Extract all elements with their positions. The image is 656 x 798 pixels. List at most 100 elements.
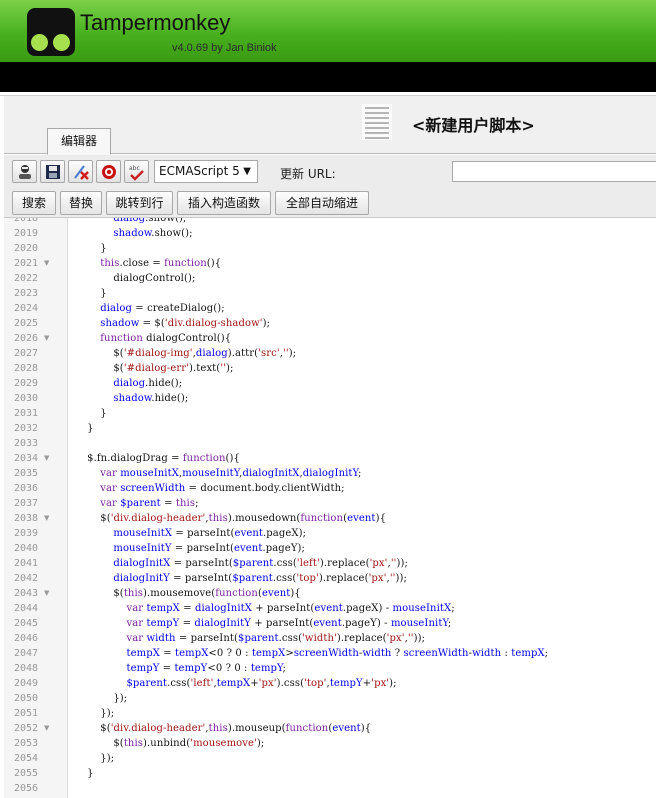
- code-line: 2043 ▼ $(this).mousemove(function(event){: [4, 586, 656, 601]
- code-text: $('#dialog-err').text('');: [74, 363, 234, 374]
- fold-arrow-icon[interactable]: ▼: [44, 451, 49, 466]
- tab-editor[interactable]: 编辑器: [47, 128, 111, 155]
- code-text: var screenWidth = document.body.clientWi…: [100, 483, 345, 494]
- code-text: shadow.hide();: [113, 393, 189, 404]
- line-number: 2031: [14, 408, 39, 419]
- code-line: 2025 shadow = $('div.dialog-shadow');: [4, 316, 656, 331]
- code-line: 2041 dialogInitX = parseInt($parent.css(…: [4, 556, 656, 571]
- code-line: 2051 });: [4, 706, 656, 721]
- line-number: 2033: [14, 438, 39, 449]
- reset-button[interactable]: [96, 160, 121, 183]
- code-line: 2046 var width = parseInt($parent.css('w…: [4, 631, 656, 646]
- language-select[interactable]: ECMAScript 5 ▼: [154, 160, 258, 183]
- code-text: });: [74, 708, 115, 719]
- line-number: 2027: [14, 348, 39, 359]
- save-icon: [46, 165, 60, 179]
- code-line: 2022 dialogControl();: [4, 271, 656, 286]
- fold-arrow-icon[interactable]: ▼: [44, 511, 49, 526]
- reset-icon: [102, 165, 116, 179]
- line-number: 2029: [14, 378, 39, 389]
- code-text: var mouseInitX,mouseInitY,dialogInitX,di…: [100, 468, 362, 479]
- line-number: 2053: [14, 738, 39, 749]
- svg-text:abc: abc: [129, 165, 140, 172]
- code-text: $(this).unbind('mousemove');: [74, 738, 265, 749]
- line-number: 2049: [14, 678, 39, 689]
- code-text: var tempX = dialogInitX + parseInt(event…: [126, 603, 455, 614]
- code-text: var width = parseInt($parent.css('width'…: [126, 633, 426, 644]
- search-button[interactable]: 搜索: [12, 191, 56, 215]
- code-text: });: [74, 753, 115, 764]
- line-number: 2056: [14, 783, 39, 794]
- code-line: 2029 dialog.hide();: [4, 376, 656, 391]
- code-text: var $parent = this;: [100, 498, 199, 509]
- code-text: tempY = tempY<0 ? 0 : tempY;: [126, 663, 286, 674]
- code-text: function dialogControl(){: [100, 333, 232, 344]
- app-title: Tampermonkey: [80, 10, 231, 35]
- close-icon: [74, 165, 89, 180]
- code-line: 2035 var mouseInitX,mouseInitY,dialogIni…: [4, 466, 656, 481]
- spellcheck-button[interactable]: abc: [124, 160, 149, 183]
- code-text: $.fn.dialogDrag = function(){: [74, 453, 240, 464]
- line-number: 2020: [14, 243, 39, 254]
- update-url-input[interactable]: [452, 161, 656, 182]
- chevron-down-icon: ▼: [243, 166, 251, 177]
- code-line: 2053 $(this).unbind('mousemove');: [4, 736, 656, 751]
- line-number: 2051: [14, 708, 39, 719]
- code-line: 2026 ▼ function dialogControl(){: [4, 331, 656, 346]
- line-number: 2039: [14, 528, 39, 539]
- line-number: 2050: [14, 693, 39, 704]
- line-number: 2045: [14, 618, 39, 629]
- line-number: 2037: [14, 498, 39, 509]
- code-text: dialog.hide();: [113, 378, 183, 389]
- code-text: $('div.dialog-header',this).mousedown(fu…: [74, 513, 387, 524]
- code-line: 2050 });: [4, 691, 656, 706]
- line-number: 2023: [14, 288, 39, 299]
- code-text: $parent.css('left',tempX+'px').css('top'…: [126, 678, 397, 689]
- fold-arrow-icon[interactable]: ▼: [44, 586, 49, 601]
- code-line: 2054 });: [4, 751, 656, 766]
- script-title: <新建用户脚本>: [412, 116, 535, 135]
- line-number: 2055: [14, 768, 39, 779]
- editor-toolbar: abc ECMAScript 5 ▼ 更新 URL:: [4, 155, 656, 188]
- app-header: Tampermonkey v4.0.69 by Jan Biniok: [0, 0, 656, 62]
- fold-arrow-icon[interactable]: ▼: [44, 331, 49, 346]
- close-button[interactable]: [68, 160, 93, 183]
- code-line: 2031 }: [4, 406, 656, 421]
- code-line: 2040 mouseInitY = parseInt(event.pageY);: [4, 541, 656, 556]
- code-text: dialog.show();: [113, 218, 187, 224]
- line-number: 2044: [14, 603, 39, 614]
- code-line: 2055 }: [4, 766, 656, 781]
- code-text: tempX = tempX<0 ? 0 : tempX>screenWidth-…: [126, 648, 549, 659]
- fold-arrow-icon[interactable]: ▼: [44, 256, 49, 271]
- code-text: }: [74, 423, 94, 434]
- line-number: 2022: [14, 273, 39, 284]
- script-thumbnail-icon: [362, 104, 392, 140]
- line-number: 2025: [14, 318, 39, 329]
- code-text: }: [74, 408, 107, 419]
- code-text: }: [74, 288, 107, 299]
- code-text: dialogInitX = parseInt($parent.css('left…: [113, 558, 408, 569]
- code-line: 2024 dialog = createDialog();: [4, 301, 656, 316]
- code-editor[interactable]: 2018 dialog.show(); 2019 shadow.show(); 20…: [4, 218, 656, 798]
- code-text: $(this).mousemove(function(event){: [74, 588, 301, 599]
- replace-button[interactable]: 替换: [60, 191, 102, 215]
- fold-arrow-icon[interactable]: ▼: [44, 721, 49, 736]
- code-line: 2028 $('#dialog-err').text('');: [4, 361, 656, 376]
- code-text: mouseInitX = parseInt(event.pageX);: [113, 528, 307, 539]
- insert-constructor-button[interactable]: 插入构造函数: [177, 191, 271, 215]
- code-line: 2019 shadow.show();: [4, 226, 656, 241]
- update-url-label: 更新 URL:: [280, 167, 336, 181]
- auto-indent-all-button[interactable]: 全部自动缩进: [275, 191, 369, 215]
- command-button-row: 搜索 替换 跳转到行 插入构造函数 全部自动缩进: [4, 188, 656, 218]
- goto-line-button[interactable]: 跳转到行: [106, 191, 173, 215]
- code-line: 2039 mouseInitX = parseInt(event.pageX);: [4, 526, 656, 541]
- code-text: mouseInitY = parseInt(event.pageY);: [113, 543, 306, 554]
- code-line: 2047 tempX = tempX<0 ? 0 : tempX>screenW…: [4, 646, 656, 661]
- code-line: 2049 $parent.css('left',tempX+'px').css(…: [4, 676, 656, 691]
- code-text: }: [74, 768, 94, 779]
- line-number: 2035: [14, 468, 39, 479]
- save-button[interactable]: [40, 160, 65, 183]
- code-text: $('#dialog-img',dialog).attr('src','');: [74, 348, 297, 359]
- script-settings-button[interactable]: [12, 160, 37, 183]
- code-line: 2030 shadow.hide();: [4, 391, 656, 406]
